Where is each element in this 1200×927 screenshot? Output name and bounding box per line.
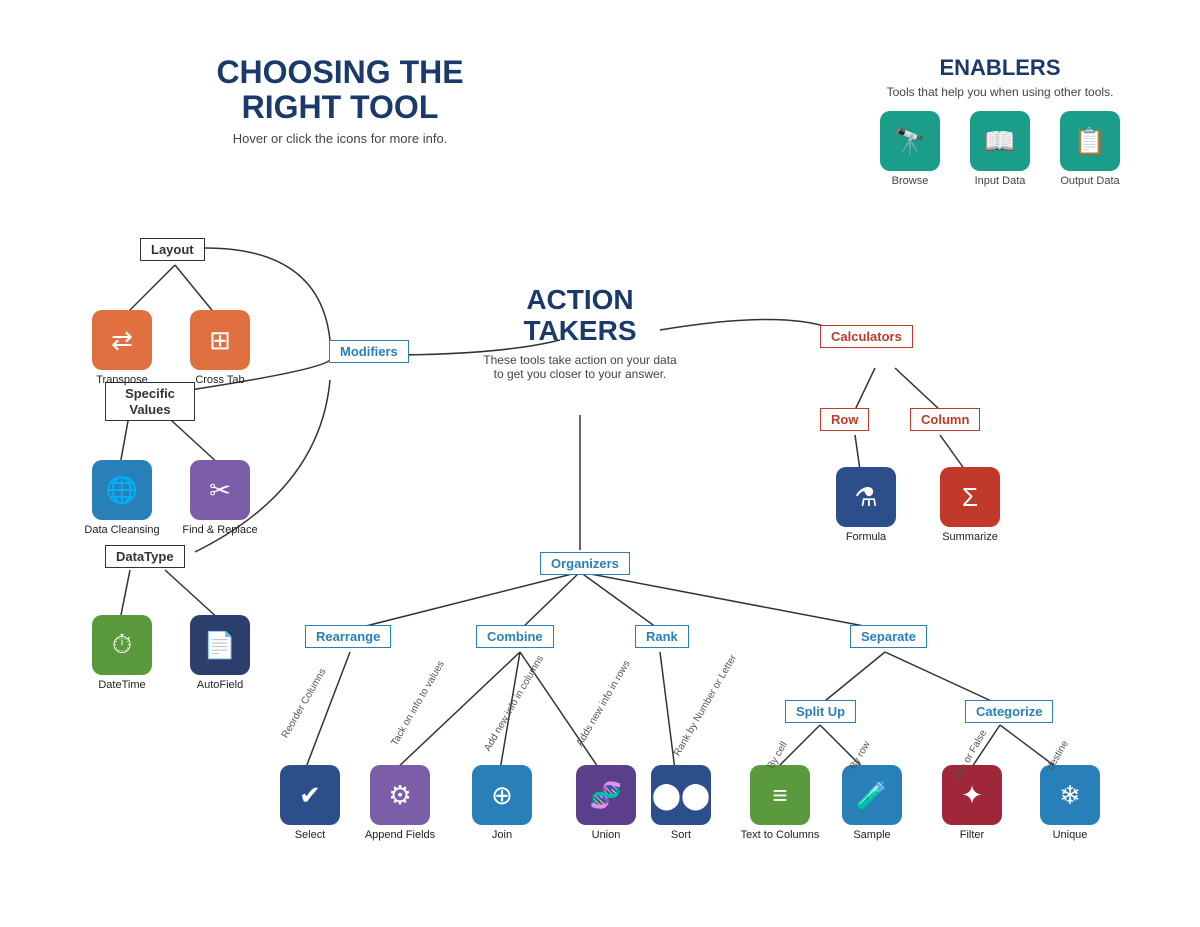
union-node[interactable]: 🧬 Union	[566, 765, 646, 841]
datetime-icon: ⏱	[92, 615, 152, 675]
main-title-subtitle: Hover or click the icons for more info.	[180, 131, 500, 146]
select-label: Select	[295, 829, 326, 841]
find-replace-icon: ✂	[190, 460, 250, 520]
formula-node[interactable]: ⚗ Formula	[826, 467, 906, 543]
main-title-heading: CHOOSING THE RIGHT TOOL	[180, 55, 500, 125]
modifiers-box: Modifiers	[329, 340, 409, 363]
categorize-box: Categorize	[965, 700, 1053, 723]
data-cleansing-label: Data Cleansing	[84, 524, 159, 536]
transpose-icon: ⇄	[92, 310, 152, 370]
autofield-icon: 📄	[190, 615, 250, 675]
enabler-input-data[interactable]: 📖 Input Data	[970, 111, 1030, 187]
browse-icon: 🔭	[880, 111, 940, 171]
separate-box: Separate	[850, 625, 927, 648]
reorder-columns-label: Reorder Columns	[280, 667, 329, 740]
split-up-box: Split Up	[785, 700, 856, 723]
combine-box: Combine	[476, 625, 554, 648]
join-node[interactable]: ⊕ Join	[462, 765, 542, 841]
organizers-box: Organizers	[540, 552, 630, 575]
find-replace-label: Find & Replace	[182, 524, 257, 536]
sample-icon: 🧪	[842, 765, 902, 825]
enablers-heading: ENABLERS	[860, 55, 1140, 81]
input-data-label: Input Data	[975, 175, 1026, 187]
datetime-label: DateTime	[98, 679, 145, 691]
sort-node[interactable]: ⬤⬤ Sort	[641, 765, 721, 841]
summarize-node[interactable]: Σ Summarize	[930, 467, 1010, 543]
action-takers-heading: ACTION TAKERS	[480, 285, 680, 347]
enablers-section: ENABLERS Tools that help you when using …	[860, 55, 1140, 187]
sort-label: Sort	[671, 829, 691, 841]
datetime-node[interactable]: ⏱ DateTime	[82, 615, 162, 691]
add-new-info-cols-label: Add new info in columns	[482, 654, 546, 753]
transpose-node[interactable]: ⇄ Transpose	[82, 310, 162, 386]
datatype-box: DataType	[105, 545, 185, 568]
join-icon: ⊕	[472, 765, 532, 825]
formula-label: Formula	[846, 531, 886, 543]
crosstab-node[interactable]: ⊞ Cross Tab	[180, 310, 260, 386]
text-to-columns-icon: ≡	[750, 765, 810, 825]
crosstab-icon: ⊞	[190, 310, 250, 370]
action-takers-block: ACTION TAKERS These tools take action on…	[480, 285, 680, 381]
append-fields-label: Append Fields	[365, 829, 435, 841]
transpose-label: Transpose	[96, 374, 148, 386]
autofield-label: AutoField	[197, 679, 243, 691]
enablers-description: Tools that help you when using other too…	[860, 85, 1140, 99]
filter-icon: ✦	[942, 765, 1002, 825]
calculators-box: Calculators	[820, 325, 913, 348]
unique-label: Unique	[1053, 829, 1088, 841]
unique-node[interactable]: ❄ Unique	[1030, 765, 1110, 841]
column-box: Column	[910, 408, 980, 431]
sample-node[interactable]: 🧪 Sample	[832, 765, 912, 841]
data-cleansing-node[interactable]: 🌐 Data Cleansing	[82, 460, 162, 536]
browse-label: Browse	[892, 175, 929, 187]
input-data-icon: 📖	[970, 111, 1030, 171]
layout-box: Layout	[140, 238, 205, 261]
select-icon: ✔	[280, 765, 340, 825]
summarize-label: Summarize	[942, 531, 998, 543]
autofield-node[interactable]: 📄 AutoField	[180, 615, 260, 691]
filter-node[interactable]: ✦ Filter	[932, 765, 1012, 841]
rearrange-box: Rearrange	[305, 625, 391, 648]
filter-label: Filter	[960, 829, 984, 841]
row-box: Row	[820, 408, 869, 431]
rank-by-number-label: Rank by Number or Letter	[672, 653, 739, 758]
select-node[interactable]: ✔ Select	[270, 765, 350, 841]
text-to-columns-node[interactable]: ≡ Text to Columns	[735, 765, 825, 841]
enabler-browse[interactable]: 🔭 Browse	[880, 111, 940, 187]
rank-box: Rank	[635, 625, 689, 648]
data-cleansing-icon: 🌐	[92, 460, 152, 520]
tack-on-info-label: Tack on info to values	[389, 659, 447, 748]
output-data-label: Output Data	[1060, 175, 1119, 187]
unique-icon: ❄	[1040, 765, 1100, 825]
sample-label: Sample	[853, 829, 890, 841]
main-title-block: CHOOSING THE RIGHT TOOL Hover or click t…	[180, 55, 500, 146]
find-replace-node[interactable]: ✂ Find & Replace	[180, 460, 260, 536]
join-label: Join	[492, 829, 512, 841]
append-fields-node[interactable]: ⚙ Append Fields	[360, 765, 440, 841]
append-fields-icon: ⚙	[370, 765, 430, 825]
output-data-icon: 📋	[1060, 111, 1120, 171]
union-icon: 🧬	[576, 765, 636, 825]
text-to-columns-label: Text to Columns	[741, 829, 820, 841]
union-label: Union	[592, 829, 621, 841]
enabler-output-data[interactable]: 📋 Output Data	[1060, 111, 1120, 187]
add-new-info-rows-label: Adds new info in rows	[575, 659, 633, 749]
crosstab-label: Cross Tab	[195, 374, 244, 386]
sort-icon: ⬤⬤	[651, 765, 711, 825]
formula-icon: ⚗	[836, 467, 896, 527]
enablers-icons-row: 🔭 Browse 📖 Input Data 📋 Output Data	[860, 111, 1140, 187]
page: CHOOSING THE RIGHT TOOL Hover or click t…	[0, 0, 1200, 927]
action-takers-description: These tools take action on your data to …	[480, 353, 680, 381]
summarize-icon: Σ	[940, 467, 1000, 527]
specific-values-box: SpecificValues	[105, 382, 195, 421]
